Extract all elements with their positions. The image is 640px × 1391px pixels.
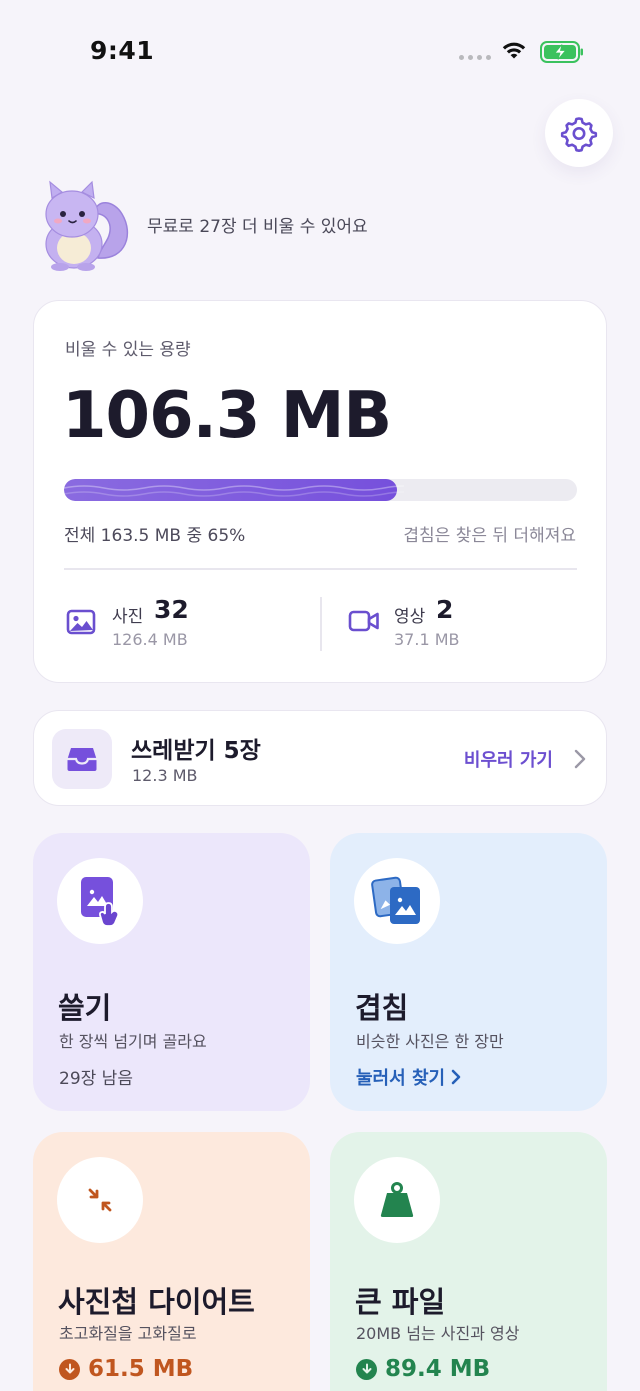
- duplicates-title: 겹침: [355, 991, 409, 1025]
- tray-icon: [67, 748, 97, 771]
- photo-stat-count: 32: [154, 595, 189, 624]
- diet-savings: 61.5 MB: [59, 1356, 193, 1382]
- divider: [64, 568, 577, 570]
- empty-trash-link[interactable]: 비우러 가기: [464, 746, 553, 772]
- find-duplicates-label: 눌러서 찾기: [356, 1068, 446, 1089]
- gear-icon: [560, 117, 598, 152]
- album-diet-tile[interactable]: 사진첩 다이어트 초고화질을 고화질로 61.5 MB: [33, 1132, 310, 1391]
- trash-icon-container: [52, 729, 112, 789]
- capacity-progress-bar: [64, 479, 577, 501]
- chevron-right-icon: [574, 749, 586, 769]
- diet-title: 사진첩 다이어트: [58, 1285, 255, 1319]
- capacity-note: 겹침은 찾은 뒤 더해져요: [403, 526, 576, 546]
- wifi-icon: [502, 42, 526, 59]
- status-bar: 9:41: [0, 0, 640, 100]
- weight-icon: [380, 1182, 414, 1217]
- video-icon: [348, 610, 379, 632]
- squirrel-mascot-icon: [45, 180, 129, 271]
- home-screen: 9:41 무료로 27장 더 비울 수 있어요 비울 수 있는 용량 106.3…: [0, 0, 640, 1391]
- duplicates-icon-container: [354, 858, 440, 944]
- signal-dots-icon: [459, 55, 491, 60]
- large-files-savings: 89.4 MB: [356, 1356, 490, 1382]
- large-files-title: 큰 파일: [355, 1285, 446, 1319]
- video-stat-count: 2: [436, 595, 454, 624]
- swipe-remaining: 29장 남음: [59, 1069, 133, 1089]
- photo-stat-label: 사진: [112, 607, 144, 627]
- duplicates-tile[interactable]: 겹침 비슷한 사진은 한 장만 눌러서 찾기: [330, 833, 607, 1111]
- photo-stat-size: 126.4 MB: [112, 630, 188, 649]
- divider: [320, 597, 322, 651]
- battery-charging-icon: [540, 41, 583, 63]
- download-icon: [59, 1358, 80, 1380]
- settings-button[interactable]: [545, 99, 613, 167]
- swipe-tile[interactable]: 쓸기 한 장씩 넘기며 골라요 29장 남음: [33, 833, 310, 1111]
- find-duplicates-link[interactable]: 눌러서 찾기: [356, 1064, 461, 1090]
- diet-savings-value: 61.5 MB: [88, 1356, 194, 1382]
- swipe-photo-icon: [81, 877, 120, 927]
- large-files-icon-container: [354, 1157, 440, 1243]
- trash-card[interactable]: 쓰레받기 5장 12.3 MB 비우러 가기: [33, 710, 607, 806]
- video-stat-label: 영상: [394, 607, 426, 627]
- trash-size: 12.3 MB: [132, 766, 198, 785]
- diet-desc: 초고화질을 고화질로: [59, 1324, 197, 1343]
- large-files-desc: 20MB 넘는 사진과 영상: [356, 1324, 520, 1343]
- capacity-progress-fill: [64, 479, 404, 501]
- swipe-icon-container: [57, 858, 143, 944]
- trash-title: 쓰레받기 5장: [131, 738, 261, 764]
- video-stat-size: 37.1 MB: [394, 630, 460, 649]
- photo-icon: [66, 609, 96, 635]
- duplicate-photos-icon: [371, 876, 420, 924]
- free-quota-message: 무료로 27장 더 비울 수 있어요: [147, 217, 368, 237]
- diet-icon-container: [57, 1157, 143, 1243]
- capacity-value: 106.3 MB: [62, 379, 392, 453]
- large-files-tile[interactable]: 큰 파일 20MB 넘는 사진과 영상 89.4 MB: [330, 1132, 607, 1391]
- capacity-summary: 전체 163.5 MB 중 65%: [64, 526, 246, 546]
- capacity-card: 비울 수 있는 용량 106.3 MB 전체 163.5 MB 중 65% 겹침…: [33, 300, 607, 683]
- swipe-title: 쓸기: [58, 991, 112, 1025]
- large-files-savings-value: 89.4 MB: [385, 1356, 491, 1382]
- swipe-desc: 한 장씩 넘기며 골라요: [59, 1032, 207, 1051]
- capacity-label: 비울 수 있는 용량: [65, 340, 191, 360]
- download-icon: [356, 1358, 377, 1380]
- chevron-right-icon: [451, 1069, 461, 1085]
- duplicates-desc: 비슷한 사진은 한 장만: [356, 1032, 504, 1051]
- status-time: 9:41: [90, 36, 155, 65]
- compress-arrows-icon: [88, 1188, 112, 1212]
